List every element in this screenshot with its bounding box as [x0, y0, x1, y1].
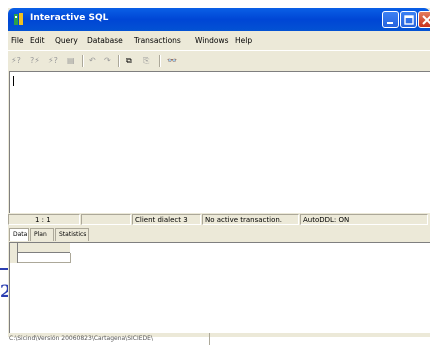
- minimize-button[interactable]: [382, 11, 399, 28]
- interactive-sql-window: Interactive SQL File Edit Query Database…: [8, 8, 430, 345]
- menu-bar: File Edit Query Database Transactions Wi…: [8, 31, 430, 49]
- tab-statistics[interactable]: Statistics: [55, 228, 89, 241]
- row-indicator: [10, 243, 18, 263]
- menu-windows[interactable]: Windows: [195, 36, 228, 45]
- bottom-status-bar: C:\Sicind\Versión 20060823\Cartagena\SIC…: [8, 333, 430, 345]
- sql-editor[interactable]: [9, 71, 430, 213]
- data-grid[interactable]: [9, 242, 430, 333]
- toolbar: ⚡? ?⚡ ⚡? ▤ ↶ ↷ ⧉ ⎘ 👓: [8, 50, 430, 71]
- toolbar-separator: [159, 55, 161, 67]
- list-icon[interactable]: ▤: [67, 56, 75, 65]
- table-row[interactable]: [10, 253, 71, 263]
- menu-edit[interactable]: Edit: [30, 36, 45, 45]
- cursor-position: 1 : 1: [8, 214, 80, 225]
- maximize-icon: [404, 15, 414, 25]
- execute-icon[interactable]: ⚡?: [11, 56, 21, 65]
- paste-icon[interactable]: ⎘: [143, 56, 149, 66]
- title-bar[interactable]: Interactive SQL: [8, 8, 430, 31]
- client-dialect: Client dialect 3: [132, 214, 201, 225]
- file-path: C:\Sicind\Versión 20060823\Cartagena\SIC…: [8, 333, 210, 345]
- close-button[interactable]: [418, 11, 430, 28]
- menu-database[interactable]: Database: [87, 36, 123, 45]
- minimize-icon: [387, 22, 393, 24]
- menu-file[interactable]: File: [11, 36, 24, 45]
- redo-icon[interactable]: ↷: [104, 56, 111, 65]
- menu-query[interactable]: Query: [55, 36, 78, 45]
- tab-plan[interactable]: Plan: [30, 228, 54, 241]
- status-empty: [81, 214, 131, 225]
- grid-header: [10, 243, 70, 253]
- menu-help[interactable]: Help: [235, 36, 252, 45]
- close-icon: [422, 15, 430, 25]
- results-tabs: Data Plan Statistics: [8, 227, 430, 241]
- toolbar-separator: [118, 55, 120, 67]
- undo-icon[interactable]: ↶: [89, 56, 96, 65]
- plan-icon[interactable]: ⚡?: [48, 56, 58, 65]
- toolbar-separator: [82, 55, 84, 67]
- prepare-icon[interactable]: ?⚡: [30, 56, 40, 65]
- autoddl-status: AutoDDL: ON: [300, 214, 428, 225]
- text-caret: [13, 76, 14, 86]
- binoculars-icon[interactable]: 👓: [167, 56, 177, 65]
- maximize-button[interactable]: [400, 11, 417, 28]
- transaction-status: No active transaction.: [202, 214, 299, 225]
- copy-icon[interactable]: ⧉: [126, 56, 132, 66]
- status-bar: 1 : 1 Client dialect 3 No active transac…: [8, 213, 430, 226]
- window-title: Interactive SQL: [30, 13, 109, 23]
- app-icon: [14, 13, 23, 25]
- tab-data[interactable]: Data: [9, 228, 29, 241]
- menu-transactions[interactable]: Transactions: [134, 36, 181, 45]
